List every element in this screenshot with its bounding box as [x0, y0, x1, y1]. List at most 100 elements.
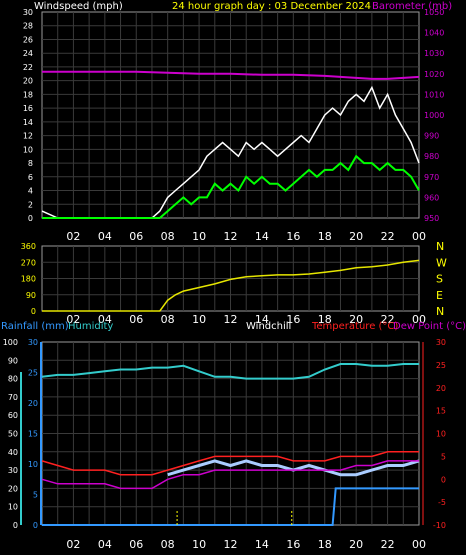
barometer-tick-label: 970 — [424, 173, 439, 182]
barometer-tick-label: 1020 — [424, 70, 444, 79]
x-tick-label: 16 — [286, 538, 300, 551]
windspeed-tick-label: 12 — [23, 132, 33, 141]
x-tick-label: 10 — [192, 313, 206, 326]
barometer-tick-label: 1000 — [424, 111, 444, 120]
windspeed-tick-label: 4 — [28, 187, 33, 196]
bottom-grid — [20, 342, 424, 525]
humidity-tick-label: 30 — [8, 466, 18, 475]
x-tick-label: 22 — [381, 230, 395, 243]
humidity-tick-label: 0 — [13, 521, 18, 530]
x-tick-label: 14 — [255, 230, 269, 243]
compass-label: E — [436, 289, 443, 302]
temperature-tick-label: 15 — [436, 407, 446, 416]
barometer-tick-label: 950 — [424, 214, 439, 223]
x-tick-label: 00 — [412, 230, 426, 243]
barometer-tick-label: 1010 — [424, 90, 444, 99]
direction-tick-label: 270 — [21, 258, 36, 267]
windspeed-tick-label: 22 — [23, 63, 33, 72]
windspeed-tick-label: 0 — [28, 214, 33, 223]
humidity-tick-label: 90 — [8, 356, 18, 365]
x-tick-label: 14 — [255, 538, 269, 551]
windspeed-tick-label: 20 — [23, 77, 33, 86]
compass-label: S — [436, 273, 443, 286]
x-tick-label: 20 — [349, 538, 363, 551]
direction-tick-label: 90 — [26, 291, 36, 300]
windspeed-tick-label: 16 — [23, 104, 33, 113]
temperature-tick-label: 20 — [436, 384, 446, 393]
x-tick-label: 10 — [192, 230, 206, 243]
rain-tick-label: 0 — [33, 521, 38, 530]
x-tick-label: 08 — [161, 230, 175, 243]
direction-grid — [42, 246, 419, 311]
x-tick-label: 10 — [192, 538, 206, 551]
x-tick-label: 16 — [286, 230, 300, 243]
rain-tick-label: 30 — [28, 338, 38, 347]
humidity-title: Humidity — [68, 321, 113, 332]
x-tick-label: 08 — [161, 538, 175, 551]
barometer-tick-label: 960 — [424, 193, 439, 202]
temperature-tick-label: 30 — [436, 338, 446, 347]
direction-axis-labels: 02 04 06 08 10 12 14 16 18 20 22 00090180270360 NWSE… — [21, 240, 447, 326]
x-tick-label: 06 — [129, 230, 143, 243]
compass-label: N — [436, 305, 444, 318]
temperature-tick-label: 5 — [441, 452, 446, 461]
rain-tick-label: 15 — [28, 430, 38, 439]
x-tick-label: 20 — [349, 230, 363, 243]
windspeed-tick-label: 26 — [23, 35, 33, 44]
temperature-tick-label: 25 — [436, 361, 446, 370]
compass-label: N — [436, 240, 444, 253]
x-tick-label: 08 — [161, 313, 175, 326]
barometer-tick-label: 1040 — [424, 29, 444, 38]
windspeed-tick-label: 30 — [23, 8, 33, 17]
humidity-tick-label: 40 — [8, 448, 18, 457]
x-tick-label: 04 — [98, 230, 112, 243]
x-tick-label: 18 — [318, 538, 332, 551]
x-tick-label: 12 — [224, 230, 238, 243]
windspeed-title: Windspeed (mph) — [34, 1, 123, 12]
direction-tick-label: 360 — [21, 242, 36, 251]
x-tick-label: 12 — [224, 313, 238, 326]
x-tick-label: 04 — [98, 538, 112, 551]
x-tick-label: 18 — [318, 230, 332, 243]
graph-date-title: 24 hour graph day : 03 December 2024 — [172, 1, 371, 12]
temperature-title: Temperature (°C) — [311, 321, 398, 332]
x-tick-label: 06 — [129, 538, 143, 551]
rain-tick-label: 20 — [28, 399, 38, 408]
rain-tick-label: 5 — [33, 491, 38, 500]
x-tick-label: 12 — [224, 538, 238, 551]
barometer-tick-label: 990 — [424, 132, 439, 141]
top-axis-labels: 02 04 06 08 10 12 14 16 18 20 22 000246810121416182… — [23, 8, 445, 243]
barometer-tick-label: 980 — [424, 152, 439, 161]
humidity-tick-label: 60 — [8, 411, 18, 420]
windspeed-tick-label: 28 — [23, 22, 33, 31]
x-tick-label: 02 — [66, 230, 80, 243]
windspeed-tick-label: 18 — [23, 90, 33, 99]
rainfall-title: Rainfall (mm) — [1, 321, 69, 332]
barometer-tick-label: 1030 — [424, 49, 444, 58]
temperature-tick-label: -5 — [438, 498, 446, 507]
humidity-tick-label: 70 — [8, 393, 18, 402]
windchill-title: Windchill — [246, 321, 291, 332]
humidity-tick-label: 100 — [3, 338, 18, 347]
direction-tick-label: 0 — [31, 307, 36, 316]
windspeed-tick-label: 14 — [23, 118, 33, 127]
windspeed-tick-label: 10 — [23, 145, 33, 154]
weather-graph: Windspeed (mph) 24 hour graph day : 03 D… — [1, 1, 466, 551]
humidity-tick-label: 50 — [8, 430, 18, 439]
temperature-tick-label: 10 — [436, 430, 446, 439]
x-tick-label: 02 — [66, 538, 80, 551]
x-tick-label: 22 — [381, 538, 395, 551]
x-tick-label: 06 — [129, 313, 143, 326]
windspeed-tick-label: 6 — [28, 173, 33, 182]
x-tick-label: 00 — [412, 538, 426, 551]
windspeed-tick-label: 2 — [28, 200, 33, 209]
temperature-tick-label: 0 — [441, 475, 446, 484]
dewpoint-title: Dew Point (°C) — [393, 321, 466, 332]
direction-tick-label: 180 — [21, 275, 36, 284]
windspeed-tick-label: 8 — [28, 159, 33, 168]
humidity-tick-label: 20 — [8, 484, 18, 493]
rain-tick-label: 25 — [28, 369, 38, 378]
windspeed-tick-label: 24 — [23, 49, 33, 58]
compass-label: W — [436, 256, 447, 269]
humidity-tick-label: 80 — [8, 375, 18, 384]
